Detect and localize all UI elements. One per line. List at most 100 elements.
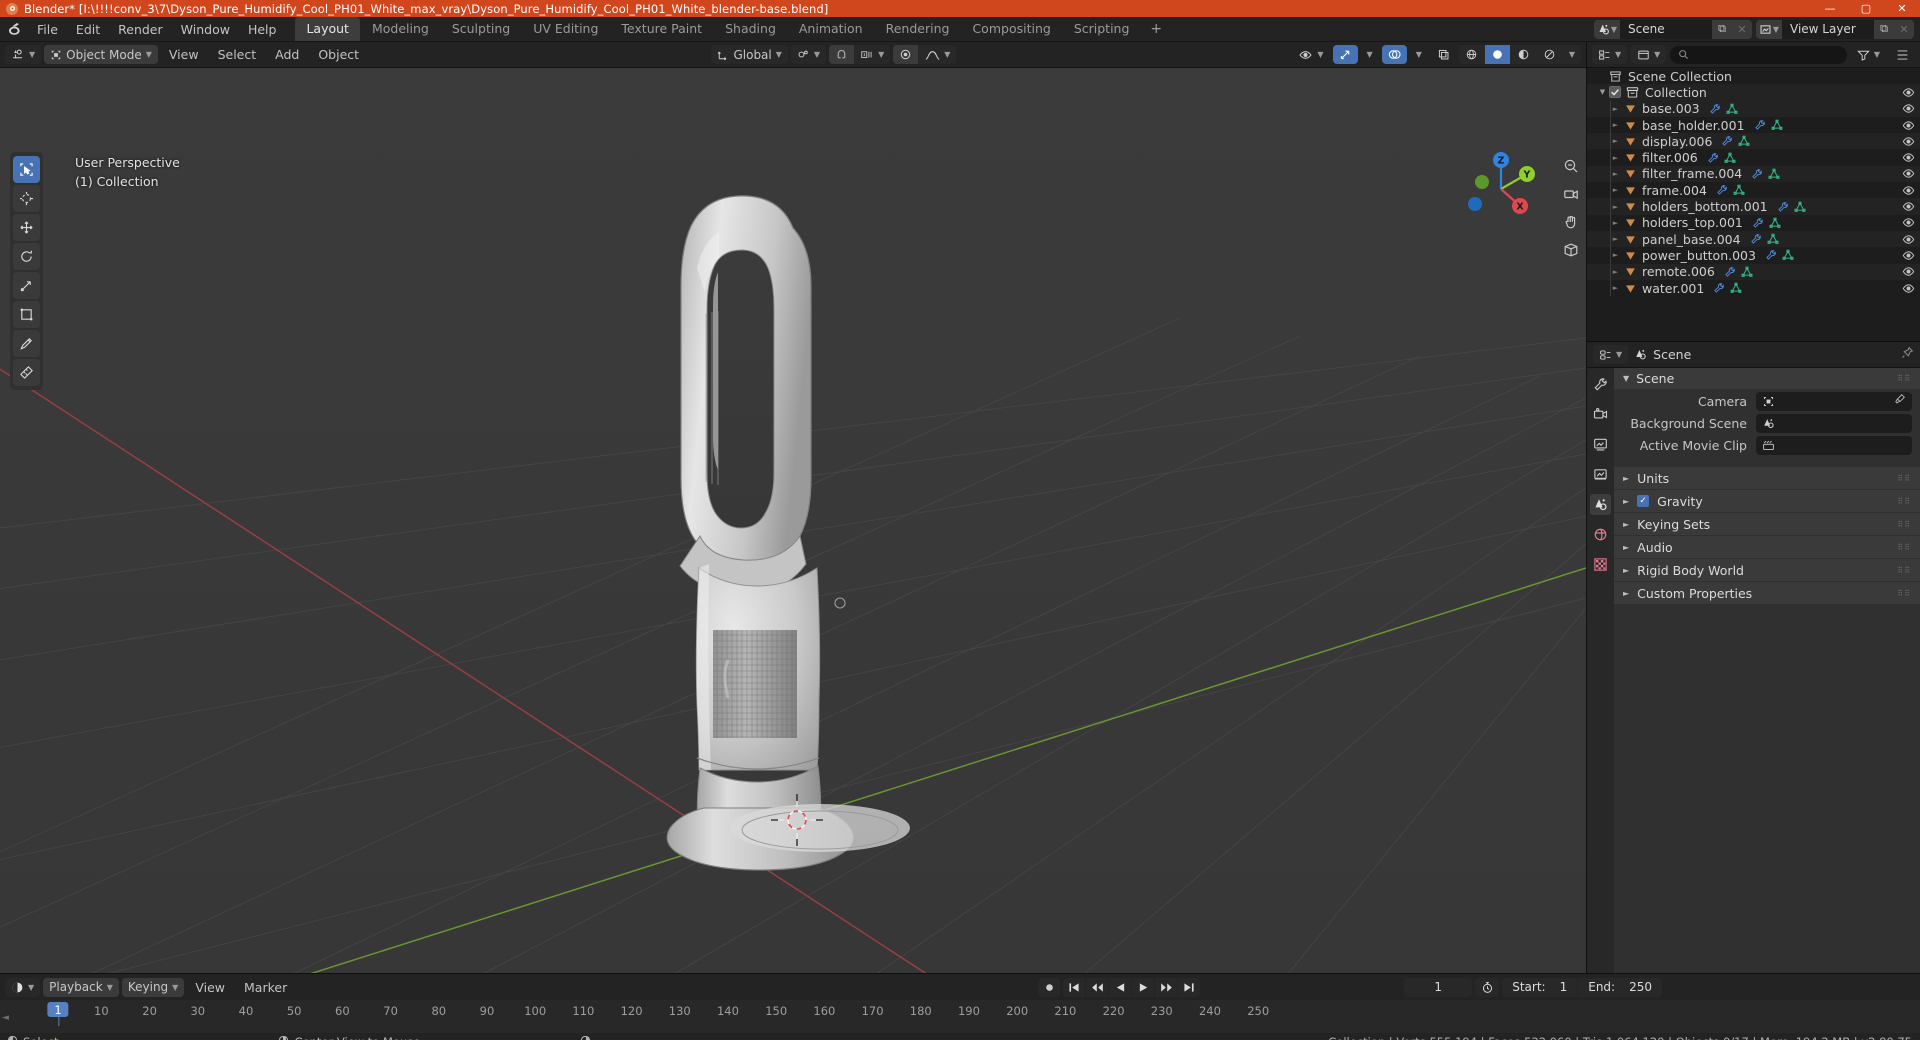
modifier-wrench-icon[interactable] — [1713, 282, 1725, 294]
pivot-point-selector[interactable]: ▼ — [790, 45, 827, 64]
editor-type-selector[interactable]: ▼ — [1593, 345, 1629, 364]
scale-tool[interactable] — [13, 272, 40, 299]
expand-triangle-icon[interactable]: ► — [1623, 474, 1629, 483]
view-layer-icon[interactable]: ▼ — [1756, 19, 1782, 39]
world-tab[interactable] — [1590, 524, 1611, 545]
menu-render[interactable]: Render — [109, 19, 172, 40]
visibility-eye-icon[interactable] — [1900, 152, 1916, 163]
interaction-mode-selector[interactable]: Object Mode ▼ — [44, 45, 158, 64]
playhead[interactable]: 1 — [47, 1002, 69, 1026]
outliner-display-mode-selector[interactable]: ▼ — [1631, 45, 1667, 64]
viewport-menu-select[interactable]: Select — [210, 45, 265, 64]
workspace-tab-shading[interactable]: Shading — [714, 17, 787, 41]
next-keyframe-icon[interactable] — [1155, 977, 1178, 997]
stopwatch-icon[interactable] — [1475, 977, 1500, 997]
workspace-tab-rendering[interactable]: Rendering — [875, 17, 961, 41]
timeline-ruler[interactable]: ◄ 10 20 30 40 50 60 70 80 90 100 110 120 130 140 150 16… — [0, 1000, 1920, 1033]
drag-grip[interactable]: ⠿⠿ — [1897, 520, 1911, 529]
viewport-menu-view[interactable]: View — [161, 45, 207, 64]
drag-grip[interactable]: ⠿⠿ — [1897, 589, 1911, 598]
scene-selector[interactable]: ▼ Scene ⧉ ✕ — [1594, 19, 1752, 39]
outliner-row-object[interactable]: ► filter_frame.004 — [1587, 165, 1920, 183]
new-view-layer-button[interactable]: ⧉ — [1874, 19, 1894, 39]
cursor-tool[interactable] — [13, 185, 40, 212]
scene-tab[interactable] — [1590, 494, 1611, 515]
mesh-data-icon[interactable] — [1726, 103, 1738, 115]
end-frame-field[interactable]: End: 250 — [1578, 977, 1662, 997]
overlay-options-icon[interactable]: ▼ — [1410, 45, 1428, 64]
expand-triangle-icon[interactable]: ▼ — [1596, 88, 1609, 96]
property-section-header[interactable]: ► Units ⠿⠿ — [1614, 467, 1920, 489]
mesh-data-icon[interactable] — [1782, 249, 1794, 261]
mesh-data-icon[interactable] — [1741, 266, 1753, 278]
maximize-button[interactable]: ▢ — [1848, 0, 1884, 17]
modifier-wrench-icon[interactable] — [1751, 168, 1763, 180]
jump-end-icon[interactable] — [1178, 977, 1201, 997]
outliner-row-object[interactable]: ► display.006 — [1587, 133, 1920, 150]
visibility-eye-icon[interactable] — [1900, 168, 1916, 179]
visibility-eye-icon[interactable] — [1900, 283, 1916, 294]
editor-type-selector[interactable]: ▼ — [5, 977, 41, 997]
timeline-menu-keying[interactable]: Keying ▼ — [121, 977, 185, 997]
add-workspace-button[interactable]: + — [1141, 18, 1171, 40]
solid-shading-button[interactable] — [1484, 45, 1510, 64]
outliner-row-object[interactable]: ► holders_bottom.001 — [1587, 198, 1920, 215]
expand-triangle-icon[interactable]: ▼ — [1623, 374, 1629, 383]
workspace-tab-layout[interactable]: Layout — [295, 17, 360, 41]
property-section-header[interactable]: ► Keying Sets ⠿⠿ — [1614, 513, 1920, 535]
workspace-tab-modeling[interactable]: Modeling — [361, 17, 440, 41]
mesh-data-icon[interactable] — [1769, 217, 1781, 229]
tool-tab[interactable] — [1590, 374, 1611, 395]
outliner-row-object[interactable]: ► filter.006 — [1587, 149, 1920, 166]
mesh-data-icon[interactable] — [1771, 119, 1783, 131]
modifier-wrench-icon[interactable] — [1707, 152, 1719, 164]
view-layer-tab[interactable] — [1590, 464, 1611, 485]
view-axis-gizmo[interactable]: Z Y X — [1464, 152, 1538, 226]
workspace-tab-compositing[interactable]: Compositing — [961, 17, 1061, 41]
measure-tool[interactable] — [13, 359, 40, 386]
workspace-tab-sculpting[interactable]: Sculpting — [441, 17, 521, 41]
rotate-tool[interactable] — [13, 243, 40, 270]
modifier-wrench-icon[interactable] — [1750, 233, 1762, 245]
mesh-data-icon[interactable] — [1738, 135, 1750, 147]
modifier-wrench-icon[interactable] — [1765, 249, 1777, 261]
property-section-header[interactable]: ► Audio ⠿⠿ — [1614, 536, 1920, 558]
outliner-row-object[interactable]: ► holders_top.001 — [1587, 214, 1920, 231]
mesh-data-icon[interactable] — [1768, 168, 1780, 180]
camera-icon[interactable] — [1561, 184, 1580, 203]
show-gizmo-icon[interactable] — [1332, 45, 1358, 64]
proportional-edit-icon[interactable] — [893, 45, 919, 64]
collection-checkbox[interactable] — [1609, 86, 1621, 99]
outliner-row-object[interactable]: ► panel_base.004 — [1587, 230, 1920, 248]
drag-grip[interactable]: ⠿⠿ — [1897, 474, 1911, 483]
visibility-eye-icon[interactable] — [1900, 250, 1916, 261]
pin-icon[interactable] — [1901, 346, 1914, 363]
expand-triangle-icon[interactable]: ► — [1623, 589, 1629, 598]
menu-edit[interactable]: Edit — [67, 19, 109, 40]
material-preview-shading-button[interactable] — [1510, 45, 1536, 64]
3d-viewport[interactable]: User Perspective (1) Collection Z Y X — [0, 68, 1586, 973]
output-tab[interactable] — [1590, 434, 1611, 455]
unlink-scene-button[interactable]: ✕ — [1732, 19, 1752, 39]
modifier-wrench-icon[interactable] — [1716, 184, 1728, 196]
select-box-tool[interactable] — [13, 156, 40, 183]
menu-file[interactable]: File — [28, 19, 67, 40]
modifier-wrench-icon[interactable] — [1724, 266, 1736, 278]
workspace-tab-uv-editing[interactable]: UV Editing — [522, 17, 609, 41]
workspace-tab-scripting[interactable]: Scripting — [1063, 17, 1141, 41]
viewport-menu-add[interactable]: Add — [267, 45, 307, 64]
eyedropper-icon[interactable] — [1894, 393, 1906, 409]
jump-start-icon[interactable] — [1063, 977, 1086, 997]
move-tool[interactable] — [13, 214, 40, 241]
property-field[interactable] — [1756, 413, 1912, 433]
viewport-menu-object[interactable]: Object — [310, 45, 367, 64]
timeline-menu-marker[interactable]: Marker — [236, 978, 295, 997]
filter-icon[interactable]: ▼ — [1851, 45, 1886, 64]
blender-menu-icon[interactable] — [4, 19, 24, 39]
outliner-row-object[interactable]: ► base_holder.001 — [1587, 116, 1920, 134]
expand-triangle-icon[interactable]: ► — [1623, 497, 1629, 506]
property-section-header[interactable]: ► Custom Properties ⠿⠿ — [1614, 582, 1920, 604]
expand-triangle-icon[interactable]: ► — [1623, 566, 1629, 575]
show-object-types-icon[interactable]: ▼ — [1292, 45, 1329, 64]
mesh-data-icon[interactable] — [1730, 282, 1742, 294]
